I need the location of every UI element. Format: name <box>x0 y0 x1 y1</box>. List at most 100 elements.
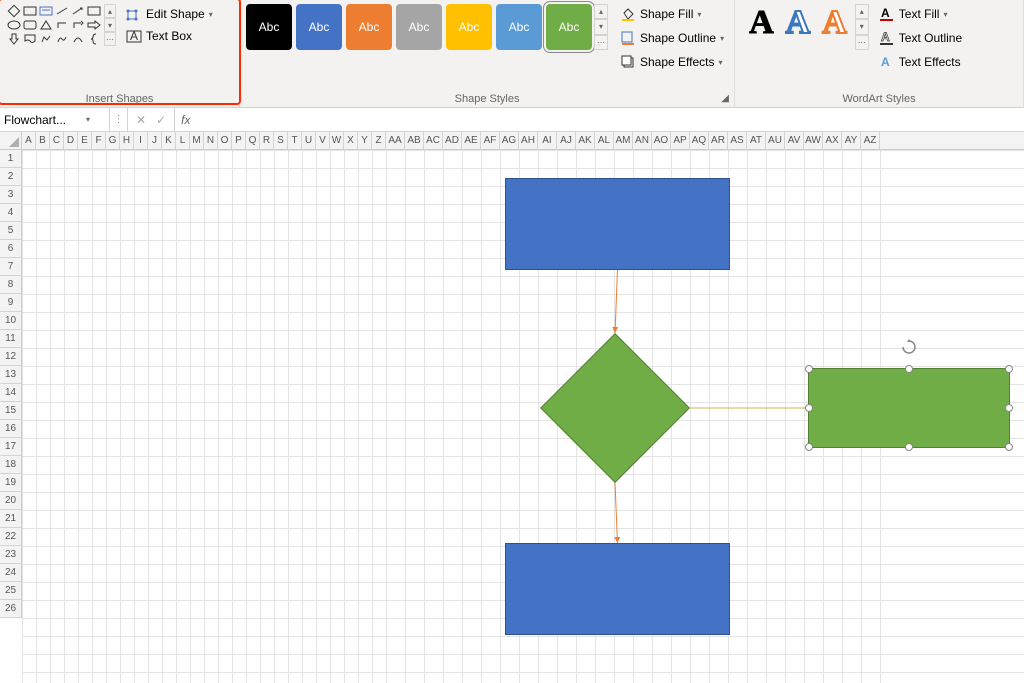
shape-fill-button[interactable]: Shape Fill▾ <box>616 4 728 24</box>
col-header-H[interactable]: H <box>120 132 134 150</box>
enter-icon[interactable]: ✓ <box>156 113 166 127</box>
col-header-AK[interactable]: AK <box>576 132 595 150</box>
row-header-6[interactable]: 6 <box>0 240 22 258</box>
col-header-AS[interactable]: AS <box>728 132 747 150</box>
row-header-26[interactable]: 26 <box>0 600 22 618</box>
cancel-icon[interactable]: ✕ <box>136 113 146 127</box>
row-header-2[interactable]: 2 <box>0 168 22 186</box>
row-header-3[interactable]: 3 <box>0 186 22 204</box>
col-header-O[interactable]: O <box>218 132 232 150</box>
row-header-21[interactable]: 21 <box>0 510 22 528</box>
col-header-AV[interactable]: AV <box>785 132 804 150</box>
col-header-AA[interactable]: AA <box>386 132 405 150</box>
row-header-20[interactable]: 20 <box>0 492 22 510</box>
row-header-11[interactable]: 11 <box>0 330 22 348</box>
shape-textbox-icon[interactable] <box>38 4 54 18</box>
col-header-F[interactable]: F <box>92 132 106 150</box>
shape-gallery[interactable] <box>6 4 102 46</box>
resize-handle-w[interactable] <box>805 404 813 412</box>
col-header-AB[interactable]: AB <box>405 132 424 150</box>
col-header-P[interactable]: P <box>232 132 246 150</box>
col-header-G[interactable]: G <box>106 132 120 150</box>
style-swatch-4[interactable]: Abc <box>446 4 492 50</box>
resize-handle-n[interactable] <box>905 365 913 373</box>
col-header-Y[interactable]: Y <box>358 132 372 150</box>
text-fill-button[interactable]: A Text Fill▾ <box>875 4 966 24</box>
col-header-AO[interactable]: AO <box>652 132 671 150</box>
shape-roundrect-icon[interactable] <box>22 18 38 32</box>
col-header-AW[interactable]: AW <box>804 132 823 150</box>
shape-downarrow-icon[interactable] <box>6 32 22 46</box>
name-box[interactable]: ▾ <box>0 108 110 131</box>
select-all-button[interactable] <box>0 132 22 150</box>
shape-rect2-icon[interactable] <box>86 4 102 18</box>
shape-brace-icon[interactable] <box>86 32 102 46</box>
col-header-N[interactable]: N <box>204 132 218 150</box>
text-effects-button[interactable]: A Text Effects <box>875 52 966 72</box>
col-header-M[interactable]: M <box>190 132 204 150</box>
style-swatch-1[interactable]: Abc <box>296 4 342 50</box>
shape-diamond-icon[interactable] <box>6 4 22 18</box>
shape-line-icon[interactable] <box>54 4 70 18</box>
row-header-7[interactable]: 7 <box>0 258 22 276</box>
col-header-B[interactable]: B <box>36 132 50 150</box>
shape-elbowarrow-icon[interactable] <box>70 18 86 32</box>
col-header-AP[interactable]: AP <box>671 132 690 150</box>
row-header-1[interactable]: 1 <box>0 150 22 168</box>
column-headers[interactable]: ABCDEFGHIJKLMNOPQRSTUVWXYZAAABACADAEAFAG… <box>22 132 1024 150</box>
row-header-16[interactable]: 16 <box>0 420 22 438</box>
wordart-style-3[interactable]: A <box>822 4 847 42</box>
row-header-12[interactable]: 12 <box>0 348 22 366</box>
col-header-AZ[interactable]: AZ <box>861 132 880 150</box>
row-header-25[interactable]: 25 <box>0 582 22 600</box>
col-header-AG[interactable]: AG <box>500 132 519 150</box>
flowchart-process-selected[interactable] <box>808 368 1010 448</box>
col-header-AU[interactable]: AU <box>766 132 785 150</box>
col-header-AQ[interactable]: AQ <box>690 132 709 150</box>
row-header-13[interactable]: 13 <box>0 366 22 384</box>
row-header-8[interactable]: 8 <box>0 276 22 294</box>
grid-main[interactable] <box>22 150 1024 683</box>
col-header-W[interactable]: W <box>330 132 344 150</box>
row-header-18[interactable]: 18 <box>0 456 22 474</box>
col-header-AR[interactable]: AR <box>709 132 728 150</box>
resize-handle-e[interactable] <box>1005 404 1013 412</box>
edit-shape-button[interactable]: Edit Shape ▾ <box>122 4 217 24</box>
shape-arc-icon[interactable] <box>70 32 86 46</box>
col-header-X[interactable]: X <box>344 132 358 150</box>
row-header-9[interactable]: 9 <box>0 294 22 312</box>
flowchart-decision[interactable] <box>562 355 668 461</box>
col-header-R[interactable]: R <box>260 132 274 150</box>
col-header-AH[interactable]: AH <box>519 132 538 150</box>
row-header-4[interactable]: 4 <box>0 204 22 222</box>
resize-handle-ne[interactable] <box>1005 365 1013 373</box>
col-header-AF[interactable]: AF <box>481 132 500 150</box>
text-box-button[interactable]: A Text Box <box>122 26 217 46</box>
wordart-style-1[interactable]: A <box>749 4 774 42</box>
col-header-AX[interactable]: AX <box>823 132 842 150</box>
col-header-AY[interactable]: AY <box>842 132 861 150</box>
col-header-C[interactable]: C <box>50 132 64 150</box>
style-swatch-6[interactable]: Abc <box>546 4 592 50</box>
col-header-Z[interactable]: Z <box>372 132 386 150</box>
shape-outline-button[interactable]: Shape Outline▾ <box>616 28 728 48</box>
shape-freeform-icon[interactable] <box>38 32 54 46</box>
row-header-5[interactable]: 5 <box>0 222 22 240</box>
row-header-14[interactable]: 14 <box>0 384 22 402</box>
row-header-17[interactable]: 17 <box>0 438 22 456</box>
style-gallery-more[interactable]: ▴▾⋯ <box>594 4 608 50</box>
col-header-AI[interactable]: AI <box>538 132 557 150</box>
row-header-10[interactable]: 10 <box>0 312 22 330</box>
shape-blockarrow-icon[interactable] <box>86 18 102 32</box>
shape-oval-icon[interactable] <box>6 18 22 32</box>
resize-handle-sw[interactable] <box>805 443 813 451</box>
resize-handle-s[interactable] <box>905 443 913 451</box>
col-header-E[interactable]: E <box>78 132 92 150</box>
shape-freeform2-icon[interactable] <box>54 32 70 46</box>
style-swatch-2[interactable]: Abc <box>346 4 392 50</box>
col-header-AM[interactable]: AM <box>614 132 633 150</box>
namebox-dropdown-icon[interactable]: ▾ <box>86 115 90 124</box>
wordart-style-2[interactable]: A <box>786 4 811 42</box>
text-outline-button[interactable]: A Text Outline <box>875 28 966 48</box>
col-header-AN[interactable]: AN <box>633 132 652 150</box>
